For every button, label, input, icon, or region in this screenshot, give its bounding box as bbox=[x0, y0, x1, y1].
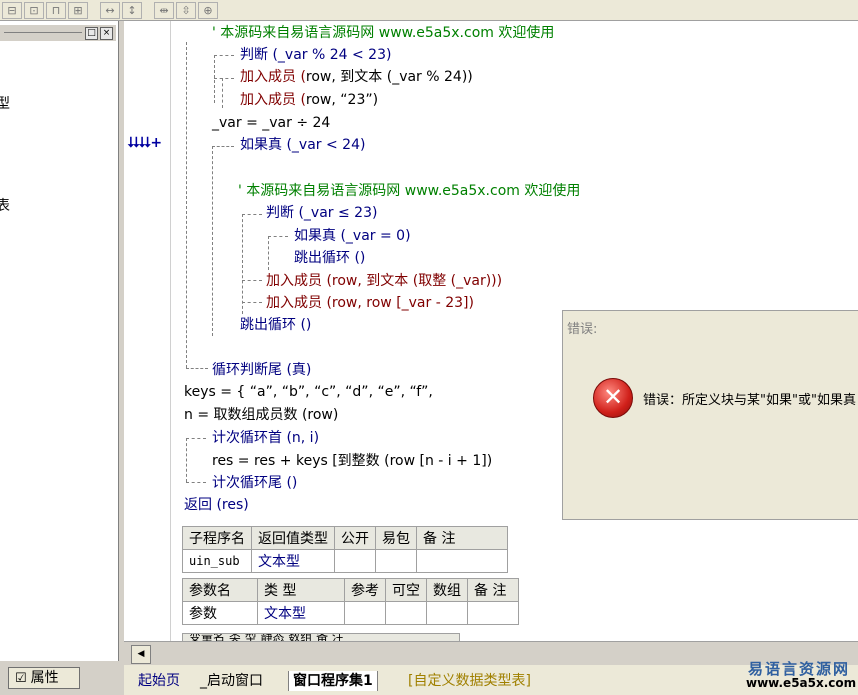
flow-line bbox=[214, 55, 234, 56]
flow-line bbox=[242, 280, 262, 281]
left-panel: 型 表 bbox=[0, 21, 119, 661]
panel-item-label: 型 bbox=[0, 96, 10, 112]
left-panel-caption: □ × bbox=[0, 25, 116, 41]
table-cell[interactable] bbox=[426, 601, 468, 625]
table-header[interactable]: 数组 bbox=[426, 578, 468, 602]
loop-marker-icon: ⮇⮇+ bbox=[128, 135, 163, 151]
vertical-space-icon[interactable]: ⇳ bbox=[176, 2, 196, 19]
property-tab[interactable]: ☑ 属性 bbox=[8, 667, 80, 689]
table-header[interactable]: 公开 bbox=[334, 526, 376, 550]
property-icon: ☑ bbox=[15, 671, 27, 686]
flow-line bbox=[242, 302, 262, 303]
property-tab-label: 属性 bbox=[30, 670, 59, 686]
flow-line bbox=[214, 78, 234, 79]
flow-line bbox=[222, 78, 223, 108]
table-cell[interactable] bbox=[416, 549, 508, 573]
flow-line bbox=[186, 368, 208, 369]
code-line[interactable]: 加入成员 (row, 到文本 (取整 (_var))) bbox=[266, 272, 502, 290]
error-icon: ✕ bbox=[593, 378, 633, 418]
tab-window-module[interactable]: 窗口程序集1 bbox=[288, 671, 378, 691]
table-cell[interactable] bbox=[385, 601, 427, 625]
flow-line bbox=[186, 438, 187, 482]
code-comment[interactable]: ' 本源码来自易语言源码网 www.e5a5x.com 欢迎使用 bbox=[238, 182, 580, 200]
tab-start-page[interactable]: 起始页 bbox=[134, 671, 184, 691]
flow-line bbox=[268, 236, 269, 270]
tab-custom-types[interactable]: [自定义数据类型表] bbox=[404, 671, 535, 691]
dialog-title: 错误: bbox=[567, 322, 598, 337]
code-line[interactable]: n = 取数组成员数 (row) bbox=[184, 406, 338, 424]
flow-line bbox=[186, 438, 206, 439]
table-header[interactable]: 参数名 bbox=[182, 578, 258, 602]
flow-line bbox=[242, 214, 243, 314]
code-line[interactable]: 计次循环尾 () bbox=[212, 474, 297, 492]
code-line[interactable]: 判断 (_var % 24 < 23) bbox=[240, 46, 391, 64]
code-line[interactable]: 如果真 (_var < 24) bbox=[240, 136, 365, 154]
code-line[interactable]: 加入成员 (row, row [_var - 23]) bbox=[266, 294, 474, 312]
flow-line bbox=[212, 146, 213, 336]
table-header[interactable]: 备 注 bbox=[416, 526, 508, 550]
code-line[interactable]: 加入成员 (row, “23”) bbox=[240, 91, 378, 109]
code-line[interactable]: keys = { “a”, “b”, “c”, “d”, “e”, “f”, bbox=[184, 383, 433, 401]
same-height-icon[interactable]: ↕ bbox=[122, 2, 142, 19]
same-width-icon[interactable]: ↔ bbox=[100, 2, 120, 19]
flow-line bbox=[214, 55, 215, 103]
editor-gutter: ⮇⮇+ bbox=[124, 21, 171, 641]
table-cell[interactable]: 文本型 bbox=[251, 549, 335, 573]
code-comment[interactable]: ' 本源码来自易语言源码网 www.e5a5x.com 欢迎使用 bbox=[212, 24, 554, 42]
parameter-table: 参数名 类 型 参考 可空 数组 备 注 参数 文本型 bbox=[182, 578, 519, 625]
code-line[interactable]: 跳出循环 () bbox=[294, 249, 365, 267]
scroll-left-button[interactable]: ◀ bbox=[131, 645, 151, 664]
code-line[interactable]: 如果真 (_var = 0) bbox=[294, 227, 411, 245]
flow-line bbox=[186, 482, 206, 483]
table-header[interactable]: 返回值类型 bbox=[251, 526, 335, 550]
align-middle-icon[interactable]: ⊞ bbox=[68, 2, 88, 19]
table-header[interactable]: 类 型 bbox=[257, 578, 345, 602]
code-args: row, 到文本 (_var % 24)) bbox=[305, 69, 473, 85]
code-line[interactable]: 判断 (_var ≤ 23) bbox=[266, 204, 377, 222]
close-button[interactable]: × bbox=[100, 27, 113, 40]
table-header[interactable]: 易包 bbox=[375, 526, 417, 550]
table-header[interactable]: 备 注 bbox=[467, 578, 519, 602]
flow-line bbox=[212, 146, 234, 147]
subroutine-table: 子程序名 返回值类型 公开 易包 备 注 uin_sub 文本型 bbox=[182, 526, 508, 573]
code-keyword: 加入成员 ( bbox=[240, 92, 306, 108]
code-line[interactable]: 加入成员 (row, 到文本 (_var % 24)) bbox=[240, 68, 473, 86]
error-message: 错误：所定义块与某"如果"或"如果真 bbox=[643, 393, 856, 408]
table-cell[interactable] bbox=[344, 601, 386, 625]
table-cell[interactable]: 文本型 bbox=[257, 601, 345, 625]
horizontal-space-icon[interactable]: ⇹ bbox=[154, 2, 174, 19]
code-keyword: 加入成员 ( bbox=[240, 69, 306, 85]
align-top-icon[interactable]: ⊓ bbox=[46, 2, 66, 19]
code-args: row, “23”) bbox=[305, 92, 379, 108]
minimize-button[interactable]: □ bbox=[85, 27, 98, 40]
table-cell[interactable] bbox=[467, 601, 519, 625]
code-line[interactable]: 返回 (res) bbox=[184, 496, 249, 514]
table-cell[interactable] bbox=[375, 549, 417, 573]
align-left-icon[interactable]: ⊟ bbox=[2, 2, 22, 19]
layout-toolbar: ⊟ ⊡ ⊓ ⊞ ↔ ↕ ⇹ ⇳ ⊕ bbox=[0, 0, 858, 21]
code-line[interactable]: res = res + keys [到整数 (row [n - i + 1]) bbox=[212, 452, 492, 470]
flow-line bbox=[268, 236, 288, 237]
table-header[interactable]: 参考 bbox=[344, 578, 386, 602]
flow-line bbox=[186, 42, 187, 368]
code-line[interactable]: 计次循环首 (n, i) bbox=[212, 429, 319, 447]
tab-startup-window[interactable]: _启动窗口 bbox=[196, 671, 267, 691]
panel-item-label: 表 bbox=[0, 198, 10, 214]
watermark-url: www.e5a5x.com bbox=[746, 676, 857, 690]
table-cell[interactable]: 参数 bbox=[182, 601, 258, 625]
code-line[interactable]: _var = _var ÷ 24 bbox=[212, 114, 330, 132]
code-line[interactable]: 跳出循环 () bbox=[240, 316, 311, 334]
flow-line bbox=[242, 214, 262, 215]
caption-grip bbox=[4, 32, 82, 33]
align-center-icon[interactable]: ⊡ bbox=[24, 2, 44, 19]
table-cell[interactable]: uin_sub bbox=[182, 549, 252, 573]
table-cell[interactable] bbox=[334, 549, 376, 573]
code-line[interactable]: 循环判断尾 (真) bbox=[212, 361, 311, 379]
table-header[interactable]: 子程序名 bbox=[182, 526, 252, 550]
center-icon[interactable]: ⊕ bbox=[198, 2, 218, 19]
table-header[interactable]: 可空 bbox=[385, 578, 427, 602]
